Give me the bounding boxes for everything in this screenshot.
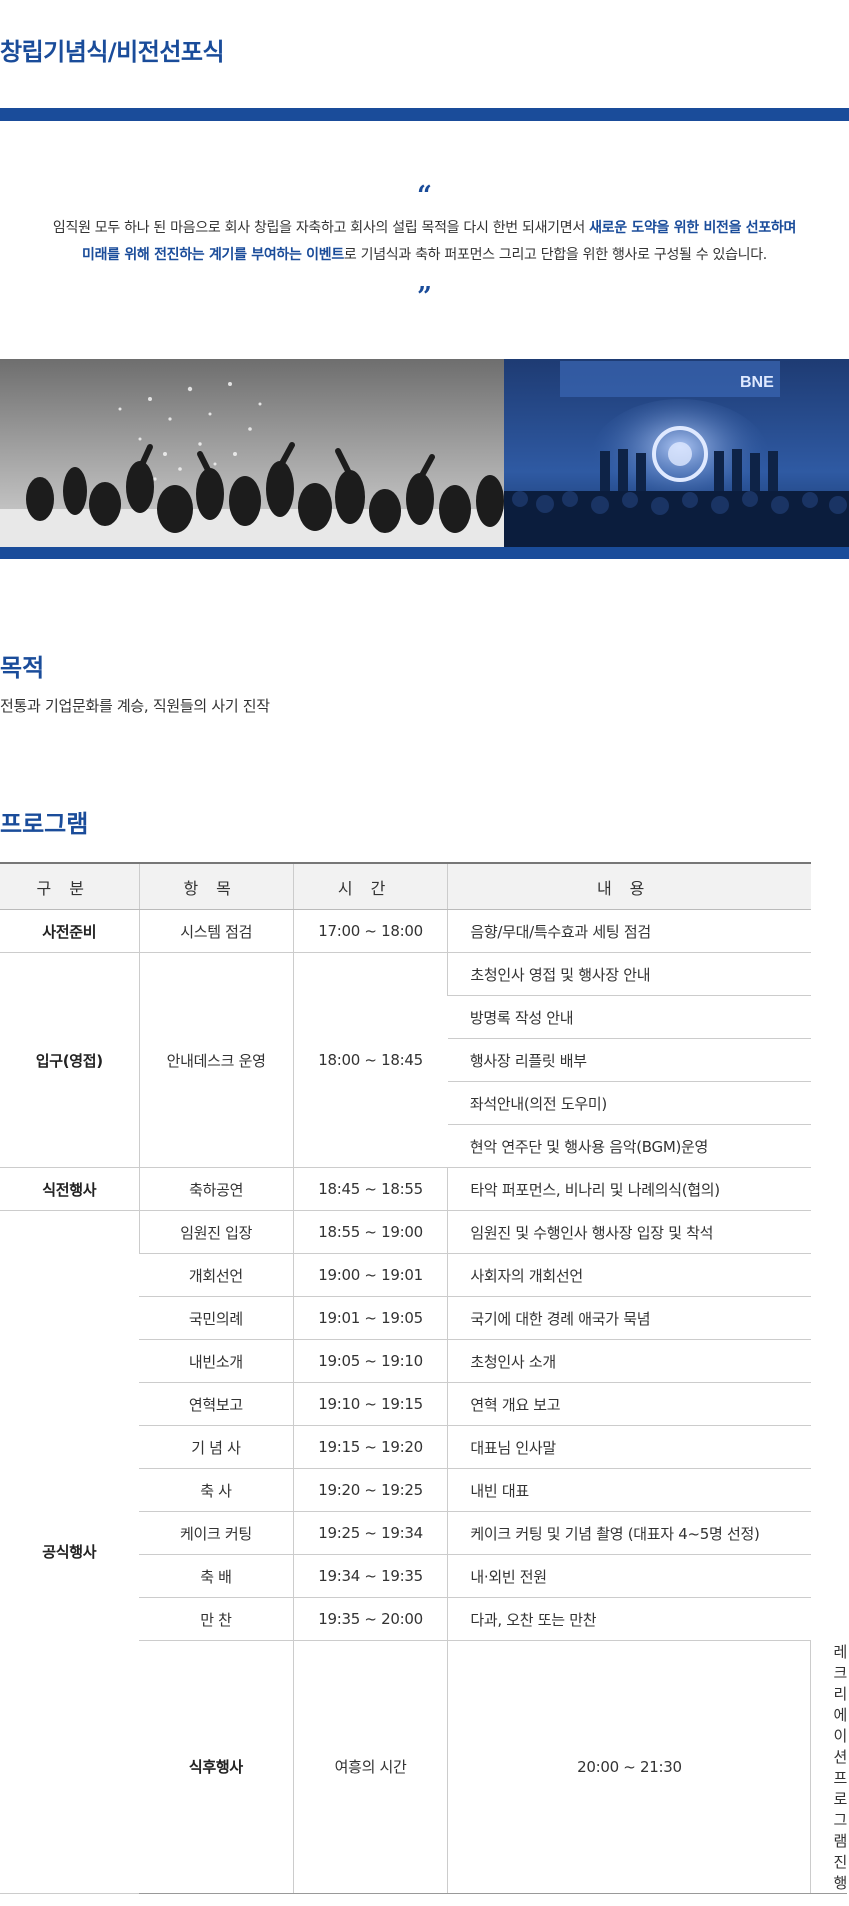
row-time: 19:20 ~ 19:25 [292,1468,448,1512]
row-category: 사전준비 [0,909,140,953]
row-time: 19:00 ~ 19:01 [292,1253,448,1297]
row-content: 레크리에이션 프로그램 진행 [810,1640,847,1894]
row-content: 내·외빈 전원 [447,1554,811,1598]
row-time: 19:15 ~ 19:20 [292,1425,448,1469]
stage-banner-text: BNE [740,374,774,391]
row-content: 음향/무대/특수효과 세팅 점검 [447,909,811,953]
header-time: 시간 [292,862,448,910]
purpose-text: 전통과 기업문화를 계승, 직원들의 사기 진작 [0,697,270,715]
row-item: 기 념 사 [139,1425,294,1469]
intro-line-1-highlight: 새로운 도약을 위한 비전을 선포하며 [589,220,797,236]
row-item: 연혁보고 [139,1382,294,1426]
row-item: 축 사 [139,1468,294,1512]
row-time: 18:45 ~ 18:55 [292,1167,448,1211]
row-content: 초청인사 소개 [447,1339,811,1383]
purpose-heading: 목적 [0,654,45,682]
row-category: 입구(영접) [0,952,140,1168]
close-quote-icon: ” [417,282,432,312]
row-content: 좌석안내(의전 도우미) [447,1081,811,1125]
row-time: 19:35 ~ 20:00 [292,1597,448,1641]
row-content: 방명록 작성 안내 [447,995,811,1039]
title-divider-bar [0,108,849,121]
stage-photo: BNE [504,359,849,547]
intro-line-2-highlight: 미래를 위해 전진하는 계기를 부여하는 이벤트 [82,247,344,263]
row-content: 행사장 리플릿 배부 [447,1038,811,1082]
row-time: 19:25 ~ 19:34 [292,1511,448,1555]
celebration-photo [0,359,504,547]
row-time: 19:01 ~ 19:05 [292,1296,448,1340]
row-time: 20:00 ~ 21:30 [447,1640,811,1894]
intro-line-2: 미래를 위해 전진하는 계기를 부여하는 이벤트로 기념식과 축하 퍼포먼스 그… [0,242,849,269]
row-item: 개회선언 [139,1253,294,1297]
row-item: 케이크 커팅 [139,1511,294,1555]
table-row: 공식행사 임원진 입장 18:55 ~ 19:00 임원진 및 수행인사 행사장… [0,1210,847,1894]
event-photo-strip: BNE [0,359,849,547]
row-item: 여흥의 시간 [292,1640,448,1894]
intro-line-1-text: 임직원 모두 하나 된 마음으로 회사 창립을 자축하고 회사의 설립 목적을 … [52,220,590,236]
row-item: 축 배 [139,1554,294,1598]
row-content: 케이크 커팅 및 기념 촬영 (대표자 4~5명 선정) [447,1511,811,1555]
row-item: 임원진 입장 [138,1210,294,1254]
table-header-row: 구분 항목 시간 내용 [0,862,847,910]
row-content: 임원진 및 수행인사 행사장 입장 및 착석 [447,1210,811,1254]
header-item: 항목 [138,862,294,910]
program-table: 구분 항목 시간 내용 사전준비 시스템 점검 17:00 ~ 18:00 음향… [0,862,847,1894]
row-content: 초청인사 영접 및 행사장 안내 [447,952,811,996]
open-quote-icon: “ [417,181,432,211]
row-content: 국기에 대한 경례 애국가 묵념 [447,1296,811,1340]
row-time: 18:55 ~ 19:00 [292,1210,448,1254]
row-time: 19:34 ~ 19:35 [292,1554,448,1598]
row-item: 안내데스크 운영 [138,952,294,1168]
row-category: 식전행사 [0,1167,140,1211]
row-item: 축하공연 [138,1167,294,1211]
photo-divider-bar [0,547,849,559]
row-content: 대표님 인사말 [447,1425,811,1469]
row-item: 시스템 점검 [138,909,294,953]
row-time: 19:05 ~ 19:10 [292,1339,448,1383]
row-time: 18:00 ~ 18:45 [292,952,448,1168]
intro-quote: 임직원 모두 하나 된 마음으로 회사 창립을 자축하고 회사의 설립 목적을 … [0,215,849,269]
row-content: 내빈 대표 [447,1468,811,1512]
row-time: 19:10 ~ 19:15 [292,1382,448,1426]
row-content: 현악 연주단 및 행사용 음악(BGM)운영 [447,1124,811,1168]
program-heading: 프로그램 [0,810,89,838]
row-item: 만 찬 [139,1597,294,1641]
header-category: 구분 [0,862,140,910]
row-item: 내빈소개 [139,1339,294,1383]
row-content: 사회자의 개회선언 [447,1253,811,1297]
row-category: 식후행사 [139,1640,294,1894]
row-time: 17:00 ~ 18:00 [292,909,448,953]
row-content: 연혁 개요 보고 [447,1382,811,1426]
intro-line-2-text: 로 기념식과 축하 퍼포먼스 그리고 단합을 위한 행사로 구성될 수 있습니다… [343,247,767,263]
header-content: 내용 [447,862,811,910]
row-item: 국민의례 [139,1296,294,1340]
intro-line-1: 임직원 모두 하나 된 마음으로 회사 창립을 자축하고 회사의 설립 목적을 … [0,215,849,242]
page-title: 창립기념식/비전선포식 [0,38,225,66]
row-category: 공식행사 [0,1210,140,1894]
row-content: 다과, 오찬 또는 만찬 [447,1597,811,1641]
table-row: 입구(영접) 안내데스크 운영 18:00 ~ 18:45 초청인사 영접 및 … [0,952,847,1168]
table-row: 사전준비 시스템 점검 17:00 ~ 18:00 음향/무대/특수효과 세팅 … [0,909,847,953]
row-content: 타악 퍼포먼스, 비나리 및 나례의식(협의) [447,1167,811,1211]
event-photos: BNE [0,359,849,547]
table-row: 식전행사 축하공연 18:45 ~ 18:55 타악 퍼포먼스, 비나리 및 나… [0,1167,847,1211]
